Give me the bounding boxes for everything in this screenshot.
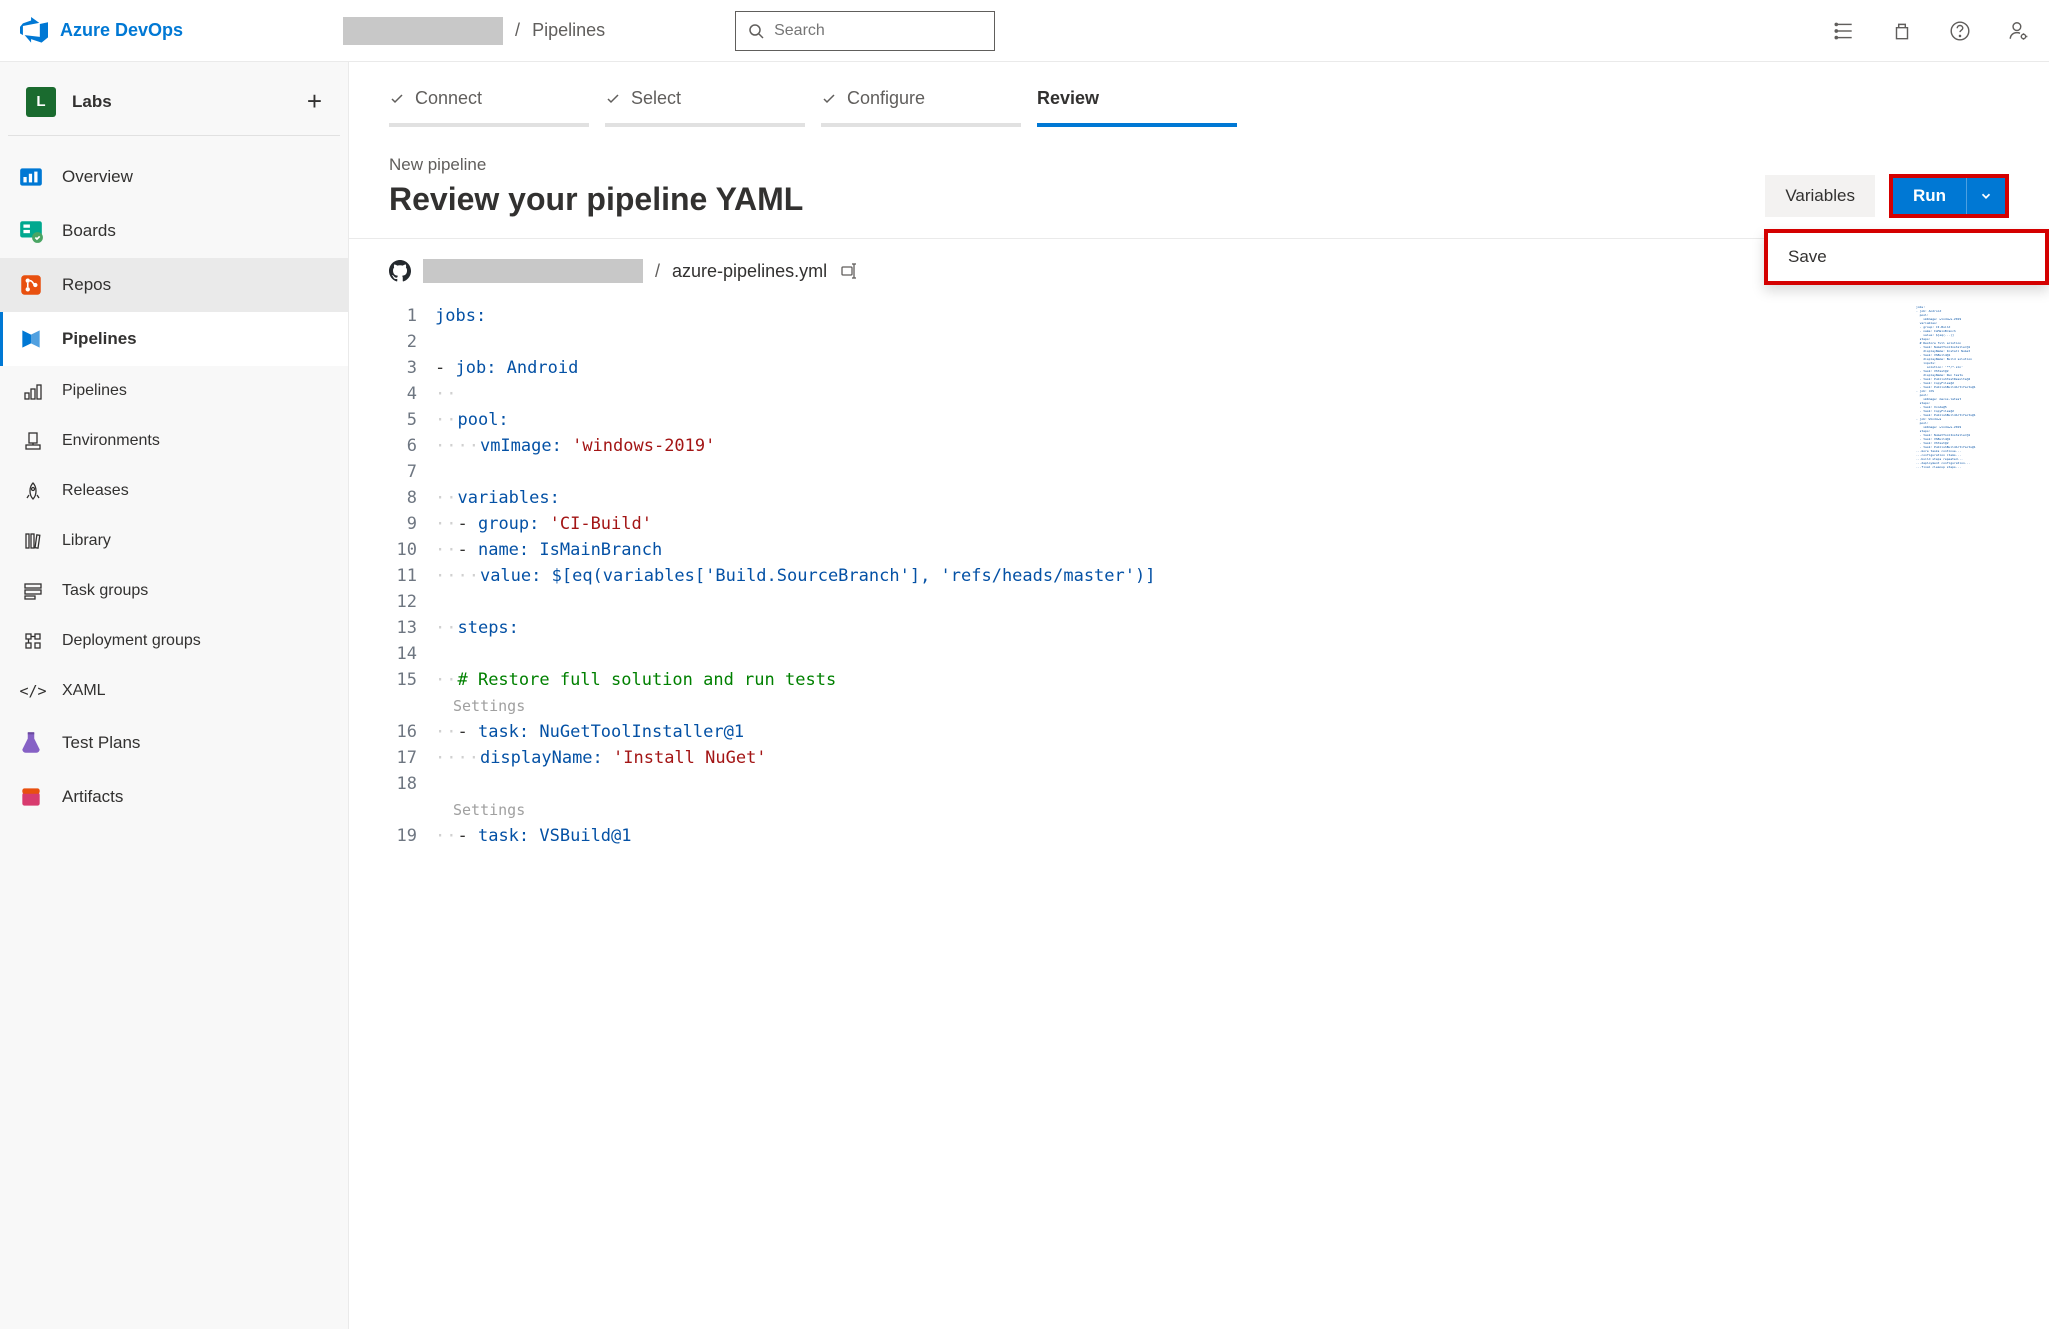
main-content: Connect Select Configure Review New pipe… [349, 62, 2049, 1329]
subnav-pipelines-label: Pipelines [62, 382, 127, 400]
azure-devops-logo-icon [20, 17, 48, 45]
sub-pipelines-icon [22, 380, 44, 402]
work-items-icon[interactable] [1833, 20, 1855, 42]
subnav-library-label: Library [62, 532, 111, 550]
page-subtitle: New pipeline [389, 155, 803, 175]
nav-pipelines-label: Pipelines [62, 329, 137, 349]
subnav-releases-label: Releases [62, 482, 129, 500]
product-name: Azure DevOps [60, 20, 183, 41]
repo-name-placeholder[interactable] [423, 259, 643, 283]
search-icon [748, 23, 764, 39]
editor-wrap: 1jobs: 2 3- job: Android 4·· 5··pool: 6·… [349, 303, 2049, 849]
nav-testplans[interactable]: Test Plans [0, 716, 348, 770]
nav-repos[interactable]: Repos [0, 258, 348, 312]
xaml-icon: </> [22, 680, 44, 702]
subnav-environments[interactable]: Environments [0, 416, 348, 466]
project-name: Labs [72, 92, 112, 112]
pipelines-subnav: Pipelines Environments Releases Library … [0, 366, 348, 716]
task-settings-hint[interactable]: Settings [389, 693, 1906, 719]
run-button[interactable]: Run [1893, 178, 1966, 214]
nav-testplans-label: Test Plans [62, 733, 140, 753]
wizard-step-select[interactable]: Select [605, 88, 805, 127]
wizard-step-configure[interactable]: Configure [821, 88, 1021, 127]
variables-button[interactable]: Variables [1765, 175, 1875, 217]
project-badge: L [26, 87, 56, 117]
top-header: Azure DevOps / Pipelines [0, 0, 2049, 62]
overview-icon [18, 164, 44, 190]
environments-icon [22, 430, 44, 452]
run-button-group: Run [1889, 174, 2009, 218]
subnav-pipelines[interactable]: Pipelines [0, 366, 348, 416]
nav-repos-label: Repos [62, 275, 111, 295]
nav-overview-label: Overview [62, 167, 133, 187]
pipelines-icon [18, 326, 44, 352]
repos-icon [18, 272, 44, 298]
editor-minimap[interactable]: jobs: - job: Android pool: vmImage: wind… [1914, 303, 2009, 743]
run-dropdown-menu: Save [1764, 229, 2049, 285]
search-box[interactable] [735, 11, 995, 51]
artifacts-icon [18, 784, 44, 810]
subnav-library[interactable]: Library [0, 516, 348, 566]
deploymentgroups-icon [22, 630, 44, 652]
search-input[interactable] [774, 22, 982, 40]
nav-boards[interactable]: Boards [0, 204, 348, 258]
sidebar: L Labs + Overview Boards Repos Pipelines [0, 62, 349, 1329]
taskgroups-icon [22, 580, 44, 602]
task-settings-hint[interactable]: Settings [389, 797, 1906, 823]
nav-overview[interactable]: Overview [0, 150, 348, 204]
file-name: azure-pipelines.yml [672, 261, 827, 282]
nav-list: Overview Boards Repos Pipelines Pipeline… [0, 136, 348, 824]
subnav-taskgroups[interactable]: Task groups [0, 566, 348, 616]
subnav-deploymentgroups-label: Deployment groups [62, 632, 201, 650]
wizard-step-review[interactable]: Review [1037, 88, 1237, 127]
subnav-xaml-label: XAML [62, 682, 106, 700]
breadcrumb-current[interactable]: Pipelines [532, 20, 605, 41]
project-header[interactable]: L Labs + [8, 76, 340, 136]
nav-artifacts[interactable]: Artifacts [0, 770, 348, 824]
subnav-deploymentgroups[interactable]: Deployment groups [0, 616, 348, 666]
breadcrumb-separator: / [515, 20, 520, 41]
subnav-releases[interactable]: Releases [0, 466, 348, 516]
github-icon [389, 260, 411, 282]
run-dropdown-button[interactable] [1966, 178, 2005, 214]
testplans-icon [18, 730, 44, 756]
nav-pipelines[interactable]: Pipelines [0, 312, 348, 366]
subnav-environments-label: Environments [62, 432, 160, 450]
boards-icon [18, 218, 44, 244]
file-path-separator: / [655, 261, 660, 282]
yaml-editor[interactable]: 1jobs: 2 3- job: Android 4·· 5··pool: 6·… [389, 303, 1906, 849]
help-icon[interactable] [1949, 20, 1971, 42]
check-icon [605, 91, 621, 107]
logo-area[interactable]: Azure DevOps [20, 17, 183, 45]
releases-icon [22, 480, 44, 502]
page-header: New pipeline Review your pipeline YAML V… [349, 127, 2049, 239]
subnav-taskgroups-label: Task groups [62, 582, 148, 600]
wizard-step-connect[interactable]: Connect [389, 88, 589, 127]
header-icons [1833, 20, 2029, 42]
library-icon [22, 530, 44, 552]
rename-icon[interactable] [839, 261, 859, 281]
wizard-steps: Connect Select Configure Review [349, 62, 2049, 127]
marketplace-icon[interactable] [1891, 20, 1913, 42]
nav-boards-label: Boards [62, 221, 116, 241]
check-icon [389, 91, 405, 107]
subnav-xaml[interactable]: </> XAML [0, 666, 348, 716]
nav-artifacts-label: Artifacts [62, 787, 123, 807]
breadcrumb-org-placeholder[interactable] [343, 17, 503, 45]
page-title: Review your pipeline YAML [389, 181, 803, 218]
breadcrumb: / Pipelines [343, 17, 605, 45]
chevron-down-icon [1979, 189, 1993, 203]
save-menu-item[interactable]: Save [1768, 233, 2045, 281]
check-icon [821, 91, 837, 107]
user-settings-icon[interactable] [2007, 20, 2029, 42]
new-project-button[interactable]: + [307, 86, 322, 117]
